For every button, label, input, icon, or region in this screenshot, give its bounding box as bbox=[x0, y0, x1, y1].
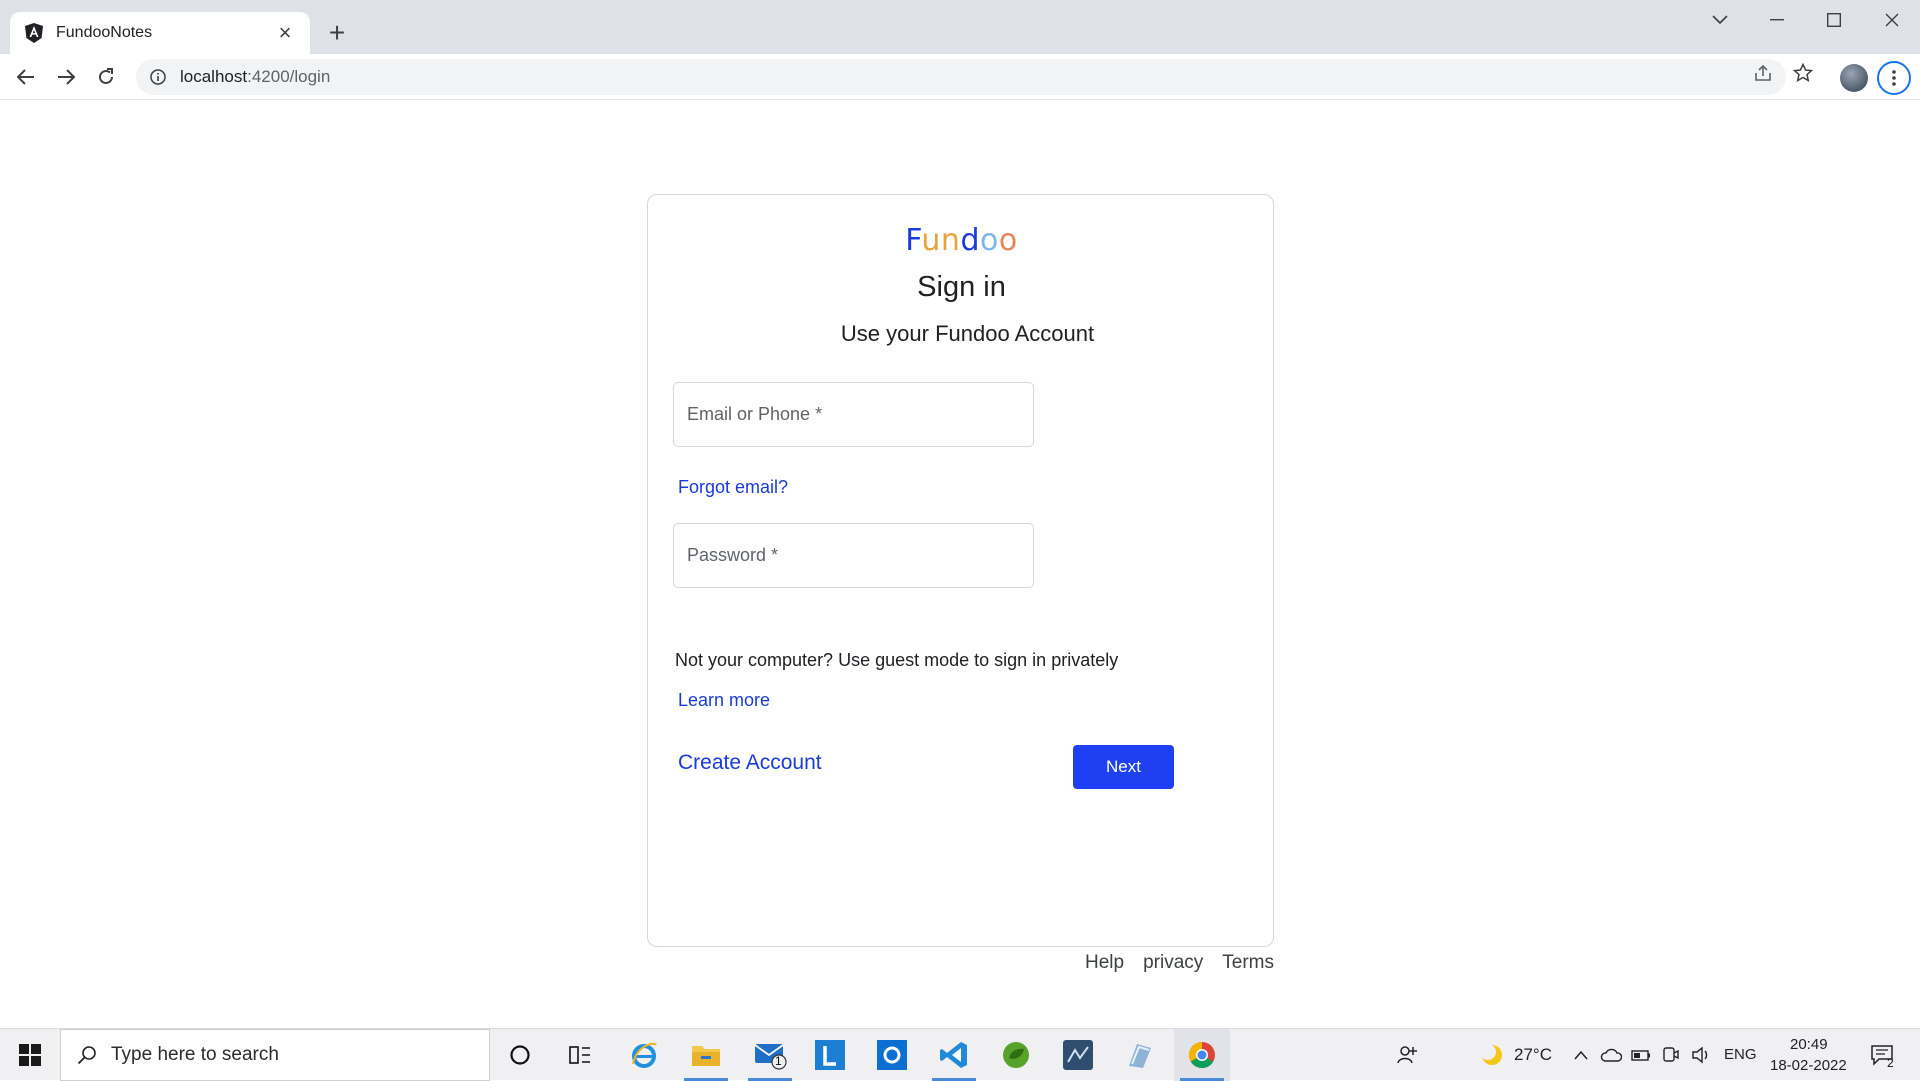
volume-icon[interactable] bbox=[1688, 1029, 1714, 1081]
email-input[interactable] bbox=[674, 383, 1033, 446]
profile-avatar[interactable] bbox=[1840, 64, 1868, 92]
info-icon[interactable] bbox=[148, 67, 168, 87]
tab-title: FundooNotes bbox=[56, 24, 153, 41]
notification-count: 2 bbox=[1887, 1056, 1894, 1070]
page-subtitle: Use your Fundoo Account bbox=[840, 321, 1095, 346]
notes-app-icon[interactable] bbox=[1112, 1029, 1168, 1081]
onedrive-icon[interactable] bbox=[1598, 1029, 1624, 1081]
chevron-up-icon[interactable] bbox=[1568, 1029, 1594, 1081]
taskbar: Type here to search 1 27°C ENG 20:49 18-… bbox=[0, 1028, 1920, 1081]
start-button[interactable] bbox=[0, 1029, 60, 1081]
url-path: :4200/login bbox=[247, 67, 331, 86]
maximize-button[interactable] bbox=[1806, 0, 1862, 40]
page-title: Sign in bbox=[917, 271, 1006, 303]
share-icon[interactable] bbox=[1752, 62, 1774, 84]
mail-icon[interactable]: 1 bbox=[742, 1029, 798, 1081]
mail-badge: 1 bbox=[775, 1054, 782, 1068]
file-explorer-icon[interactable] bbox=[678, 1029, 734, 1081]
clock-time[interactable]: 20:49 bbox=[1790, 1036, 1828, 1053]
logo-letter: o bbox=[979, 223, 999, 258]
fundoo-logo: Fundoo bbox=[648, 223, 1275, 258]
taskbar-search-placeholder: Type here to search bbox=[111, 1044, 279, 1065]
forward-button[interactable] bbox=[49, 60, 83, 94]
skype-app-icon[interactable] bbox=[864, 1029, 920, 1081]
close-window-button[interactable] bbox=[1864, 0, 1920, 40]
address-bar[interactable]: localhost:4200/login bbox=[136, 59, 1786, 95]
browser-tabstrip: FundooNotes × + bbox=[0, 0, 1920, 54]
logo-letter: n bbox=[940, 223, 961, 258]
password-input[interactable] bbox=[674, 524, 1033, 587]
chrome-icon[interactable] bbox=[1174, 1029, 1230, 1081]
learn-more-link[interactable]: Learn more bbox=[678, 690, 770, 711]
footer-links: Help privacy Terms bbox=[1085, 952, 1274, 974]
angular-icon bbox=[24, 23, 44, 43]
logo-letter: F bbox=[905, 223, 922, 258]
next-button[interactable]: Next bbox=[1073, 745, 1174, 789]
terms-link[interactable]: Terms bbox=[1222, 952, 1274, 974]
input-language[interactable]: ENG bbox=[1724, 1046, 1757, 1063]
email-field[interactable] bbox=[673, 382, 1034, 447]
close-tab-icon[interactable]: × bbox=[274, 22, 296, 44]
new-tab-button[interactable]: + bbox=[322, 18, 352, 48]
login-card: Fundoo Sign in Use your Fundoo Account F… bbox=[647, 194, 1274, 947]
weather-temperature[interactable]: 27°C bbox=[1514, 1045, 1552, 1065]
mysql-workbench-icon[interactable] bbox=[1050, 1029, 1106, 1081]
bookmark-star-icon[interactable] bbox=[1792, 62, 1814, 84]
taskbar-search[interactable]: Type here to search bbox=[60, 1029, 490, 1081]
url-host: localhost bbox=[180, 67, 248, 86]
url-text: localhost:4200/login bbox=[180, 67, 330, 87]
notifications-icon[interactable]: 2 bbox=[1860, 1029, 1904, 1081]
clock-date[interactable]: 18-02-2022 bbox=[1770, 1057, 1847, 1074]
guest-mode-notice: Not your computer? Use guest mode to sig… bbox=[675, 650, 1119, 670]
cortana-icon[interactable] bbox=[492, 1029, 548, 1081]
vscode-icon[interactable] bbox=[926, 1029, 982, 1081]
logo-letter: d bbox=[960, 223, 980, 258]
forgot-email-link[interactable]: Forgot email? bbox=[678, 477, 788, 498]
browser-tab[interactable]: FundooNotes × bbox=[10, 12, 310, 54]
weather-icon[interactable] bbox=[1472, 1029, 1512, 1081]
minimize-button[interactable] bbox=[1749, 0, 1805, 40]
meet-now-icon[interactable] bbox=[1658, 1029, 1684, 1081]
password-field[interactable] bbox=[673, 523, 1034, 588]
back-button[interactable] bbox=[9, 60, 43, 94]
tab-search-icon[interactable] bbox=[1692, 0, 1748, 40]
help-link[interactable]: Help bbox=[1085, 952, 1124, 974]
people-icon[interactable] bbox=[1388, 1029, 1428, 1081]
l-app-icon[interactable] bbox=[802, 1029, 858, 1081]
battery-icon[interactable] bbox=[1628, 1029, 1654, 1081]
browser-menu-button[interactable] bbox=[1877, 61, 1911, 95]
logo-letter: o bbox=[998, 223, 1018, 258]
task-view-icon[interactable] bbox=[552, 1029, 608, 1081]
privacy-link[interactable]: privacy bbox=[1143, 952, 1203, 974]
spring-tool-icon[interactable] bbox=[988, 1029, 1044, 1081]
search-icon bbox=[77, 1046, 96, 1065]
create-account-link[interactable]: Create Account bbox=[678, 751, 822, 775]
browser-toolbar: localhost:4200/login bbox=[0, 54, 1920, 100]
windows-icon bbox=[19, 1044, 41, 1066]
internet-explorer-icon[interactable] bbox=[616, 1029, 672, 1081]
logo-letter: u bbox=[921, 223, 941, 258]
reload-button[interactable] bbox=[89, 60, 123, 94]
